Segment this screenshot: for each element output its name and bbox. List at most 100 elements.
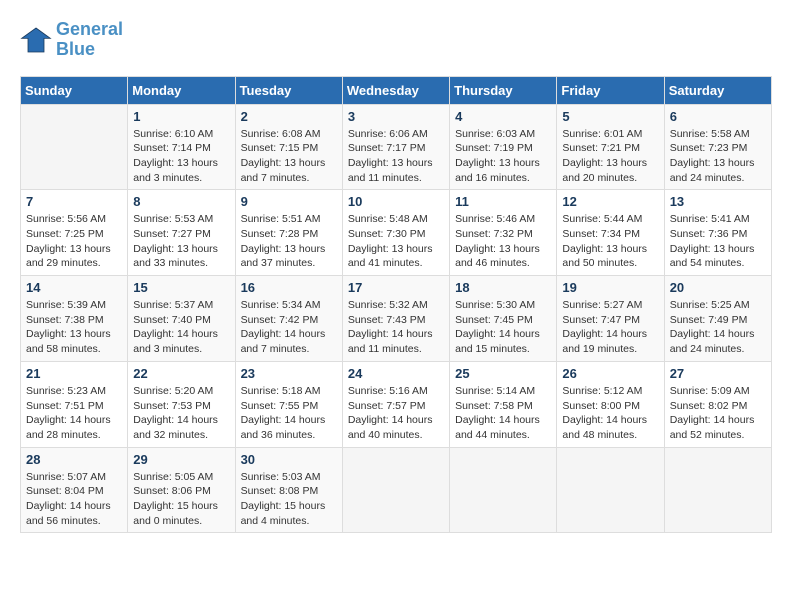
calendar-cell (21, 104, 128, 190)
day-number: 27 (670, 366, 766, 381)
day-number: 9 (241, 194, 337, 209)
day-number: 21 (26, 366, 122, 381)
calendar-cell: 11 Sunrise: 5:46 AMSunset: 7:32 PMDayligh… (450, 190, 557, 276)
calendar-cell: 7 Sunrise: 5:56 AMSunset: 7:25 PMDaylight… (21, 190, 128, 276)
day-info: Sunrise: 5:05 AMSunset: 8:06 PMDaylight:… (133, 470, 229, 529)
calendar-cell: 14Sunrise: 5:39 AMSunset: 7:38 PMDayligh… (21, 276, 128, 362)
day-info: Sunrise: 5:14 AMSunset: 7:58 PMDaylight:… (455, 384, 551, 443)
calendar-cell: 15 Sunrise: 5:37 AMSunset: 7:40 PMDayligh… (128, 276, 235, 362)
calendar-cell (664, 447, 771, 533)
calendar-cell: 6Sunrise: 5:58 AMSunset: 7:23 PMDaylight… (664, 104, 771, 190)
calendar-cell: 25 Sunrise: 5:14 AMSunset: 7:58 PMDayligh… (450, 361, 557, 447)
calendar-cell: 18 Sunrise: 5:30 AMSunset: 7:45 PMDayligh… (450, 276, 557, 362)
logo-text: General Blue (56, 20, 123, 60)
calendar-cell: 26 Sunrise: 5:12 AMSunset: 8:00 PMDayligh… (557, 361, 664, 447)
day-number: 8 (133, 194, 229, 209)
day-info: Sunrise: 5:46 AMSunset: 7:32 PMDaylight:… (455, 212, 551, 271)
day-info: Sunrise: 5:07 AMSunset: 8:04 PMDaylight:… (26, 470, 122, 529)
day-number: 19 (562, 280, 658, 295)
calendar-cell: 23 Sunrise: 5:18 AMSunset: 7:55 PMDayligh… (235, 361, 342, 447)
day-info: Sunrise: 5:34 AMSunset: 7:42 PMDaylight:… (241, 298, 337, 357)
day-number: 15 (133, 280, 229, 295)
calendar-cell: 21 Sunrise: 5:23 AMSunset: 7:51 PMDayligh… (21, 361, 128, 447)
day-info: Sunrise: 5:03 AMSunset: 8:08 PMDaylight:… (241, 470, 337, 529)
day-info: Sunrise: 5:18 AMSunset: 7:55 PMDaylight:… (241, 384, 337, 443)
day-number: 4 (455, 109, 551, 124)
calendar-cell: 4 Sunrise: 6:03 AMSunset: 7:19 PMDaylight… (450, 104, 557, 190)
day-number: 10 (348, 194, 444, 209)
calendar-cell: 3 Sunrise: 6:06 AMSunset: 7:17 PMDaylight… (342, 104, 449, 190)
calendar-header-row: SundayMondayTuesdayWednesdayThursdayFrid… (21, 76, 772, 104)
calendar-cell: 29Sunrise: 5:05 AMSunset: 8:06 PMDayligh… (128, 447, 235, 533)
day-number: 20 (670, 280, 766, 295)
calendar-cell: 2 Sunrise: 6:08 AMSunset: 7:15 PMDaylight… (235, 104, 342, 190)
calendar-cell: 8 Sunrise: 5:53 AMSunset: 7:27 PMDaylight… (128, 190, 235, 276)
weekday-header-friday: Friday (557, 76, 664, 104)
day-number: 22 (133, 366, 229, 381)
calendar-table: SundayMondayTuesdayWednesdayThursdayFrid… (20, 76, 772, 534)
day-number: 3 (348, 109, 444, 124)
calendar-cell: 12 Sunrise: 5:44 AMSunset: 7:34 PMDayligh… (557, 190, 664, 276)
day-info: Sunrise: 5:58 AMSunset: 7:23 PMDaylight:… (670, 127, 766, 186)
calendar-cell: 28Sunrise: 5:07 AMSunset: 8:04 PMDayligh… (21, 447, 128, 533)
day-info: Sunrise: 5:32 AMSunset: 7:43 PMDaylight:… (348, 298, 444, 357)
day-number: 23 (241, 366, 337, 381)
day-info: Sunrise: 5:56 AMSunset: 7:25 PMDaylight:… (26, 212, 122, 271)
day-info: Sunrise: 6:08 AMSunset: 7:15 PMDaylight:… (241, 127, 337, 186)
day-info: Sunrise: 6:01 AMSunset: 7:21 PMDaylight:… (562, 127, 658, 186)
day-info: Sunrise: 5:37 AMSunset: 7:40 PMDaylight:… (133, 298, 229, 357)
day-number: 11 (455, 194, 551, 209)
day-info: Sunrise: 6:06 AMSunset: 7:17 PMDaylight:… (348, 127, 444, 186)
calendar-cell: 17 Sunrise: 5:32 AMSunset: 7:43 PMDayligh… (342, 276, 449, 362)
day-number: 18 (455, 280, 551, 295)
calendar-cell: 1 Sunrise: 6:10 AMSunset: 7:14 PMDaylight… (128, 104, 235, 190)
calendar-cell: 5Sunrise: 6:01 AMSunset: 7:21 PMDaylight… (557, 104, 664, 190)
day-info: Sunrise: 5:53 AMSunset: 7:27 PMDaylight:… (133, 212, 229, 271)
weekday-header-saturday: Saturday (664, 76, 771, 104)
day-info: Sunrise: 5:51 AMSunset: 7:28 PMDaylight:… (241, 212, 337, 271)
weekday-header-sunday: Sunday (21, 76, 128, 104)
logo-icon (20, 24, 52, 56)
calendar-cell: 20 Sunrise: 5:25 AMSunset: 7:49 PMDayligh… (664, 276, 771, 362)
day-info: Sunrise: 5:44 AMSunset: 7:34 PMDaylight:… (562, 212, 658, 271)
day-info: Sunrise: 5:23 AMSunset: 7:51 PMDaylight:… (26, 384, 122, 443)
calendar-week-row: 28Sunrise: 5:07 AMSunset: 8:04 PMDayligh… (21, 447, 772, 533)
calendar-cell: 24Sunrise: 5:16 AMSunset: 7:57 PMDayligh… (342, 361, 449, 447)
weekday-header-monday: Monday (128, 76, 235, 104)
calendar-cell: 30 Sunrise: 5:03 AMSunset: 8:08 PMDayligh… (235, 447, 342, 533)
day-info: Sunrise: 5:16 AMSunset: 7:57 PMDaylight:… (348, 384, 444, 443)
day-info: Sunrise: 5:25 AMSunset: 7:49 PMDaylight:… (670, 298, 766, 357)
page-header: General Blue (20, 20, 772, 60)
day-number: 25 (455, 366, 551, 381)
day-number: 1 (133, 109, 229, 124)
day-number: 26 (562, 366, 658, 381)
calendar-cell: 22Sunrise: 5:20 AMSunset: 7:53 PMDayligh… (128, 361, 235, 447)
weekday-header-tuesday: Tuesday (235, 76, 342, 104)
calendar-cell: 13 Sunrise: 5:41 AMSunset: 7:36 PMDayligh… (664, 190, 771, 276)
calendar-cell (450, 447, 557, 533)
logo: General Blue (20, 20, 123, 60)
day-number: 16 (241, 280, 337, 295)
weekday-header-thursday: Thursday (450, 76, 557, 104)
calendar-cell (557, 447, 664, 533)
weekday-header-wednesday: Wednesday (342, 76, 449, 104)
day-number: 7 (26, 194, 122, 209)
day-number: 12 (562, 194, 658, 209)
calendar-week-row: 1 Sunrise: 6:10 AMSunset: 7:14 PMDaylight… (21, 104, 772, 190)
calendar-week-row: 14Sunrise: 5:39 AMSunset: 7:38 PMDayligh… (21, 276, 772, 362)
calendar-body: 1 Sunrise: 6:10 AMSunset: 7:14 PMDaylight… (21, 104, 772, 533)
day-number: 17 (348, 280, 444, 295)
day-info: Sunrise: 5:27 AMSunset: 7:47 PMDaylight:… (562, 298, 658, 357)
calendar-cell (342, 447, 449, 533)
day-info: Sunrise: 6:03 AMSunset: 7:19 PMDaylight:… (455, 127, 551, 186)
day-info: Sunrise: 5:48 AMSunset: 7:30 PMDaylight:… (348, 212, 444, 271)
day-info: Sunrise: 5:41 AMSunset: 7:36 PMDaylight:… (670, 212, 766, 271)
day-number: 2 (241, 109, 337, 124)
day-number: 30 (241, 452, 337, 467)
day-info: Sunrise: 5:30 AMSunset: 7:45 PMDaylight:… (455, 298, 551, 357)
day-info: Sunrise: 6:10 AMSunset: 7:14 PMDaylight:… (133, 127, 229, 186)
calendar-cell: 19 Sunrise: 5:27 AMSunset: 7:47 PMDayligh… (557, 276, 664, 362)
day-number: 13 (670, 194, 766, 209)
calendar-cell: 9 Sunrise: 5:51 AMSunset: 7:28 PMDaylight… (235, 190, 342, 276)
day-info: Sunrise: 5:12 AMSunset: 8:00 PMDaylight:… (562, 384, 658, 443)
